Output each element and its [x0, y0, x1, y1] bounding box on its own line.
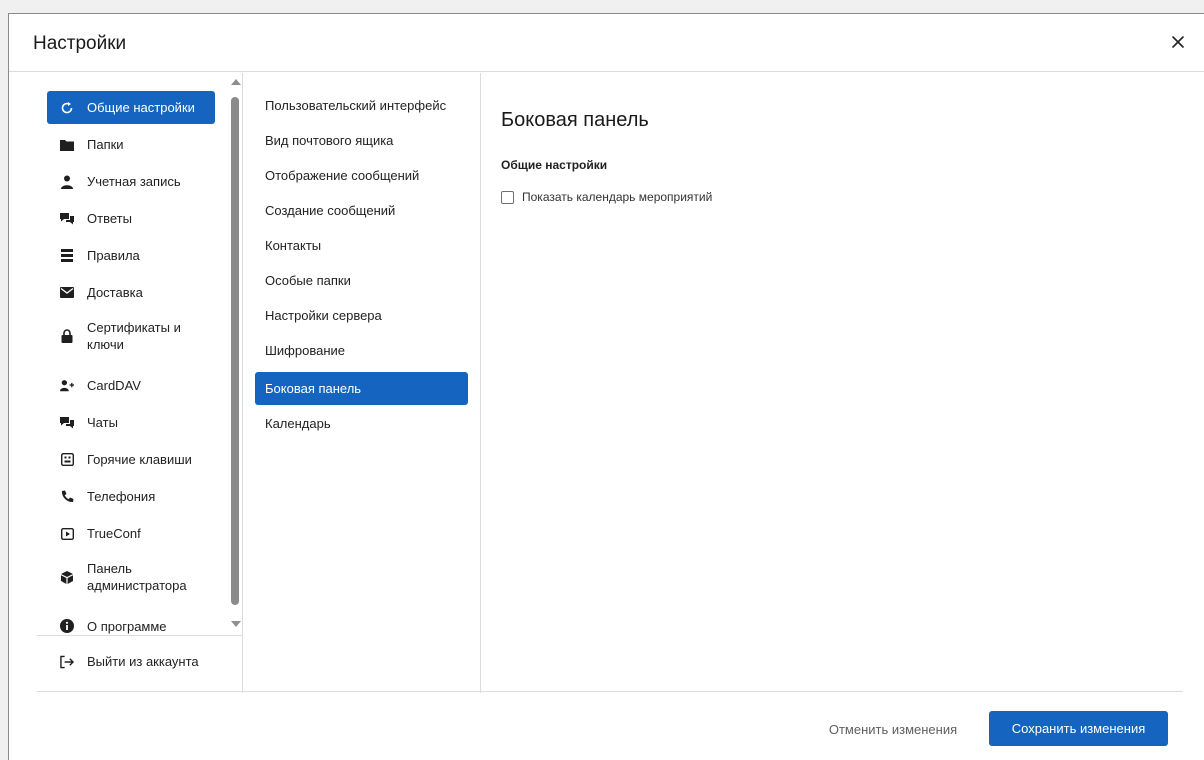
show-calendar-option[interactable]: Показать календарь мероприятий — [501, 190, 712, 204]
close-icon[interactable] — [1167, 31, 1189, 53]
sidebar-item-label: Общие настройки — [87, 100, 195, 115]
submenu-item-calendar[interactable]: Календарь — [255, 407, 468, 440]
scroll-down-arrow[interactable] — [231, 621, 241, 627]
phone-icon — [60, 490, 74, 504]
settings-content: Боковая панель Общие настройки Показать … — [481, 73, 1204, 693]
submenu-item-contacts[interactable]: Контакты — [255, 229, 468, 262]
folder-icon — [60, 138, 74, 152]
sidebar-scrollbar[interactable] — [229, 79, 241, 627]
sidebar-item-label: Чаты — [87, 415, 118, 430]
logout-button[interactable]: Выйти из аккаунта — [47, 645, 215, 678]
logout-icon — [60, 655, 74, 669]
sidebar-item-rules[interactable]: Правила — [47, 239, 215, 272]
footer-divider — [37, 691, 1183, 692]
sidebar-item-general[interactable]: Общие настройки — [47, 91, 215, 124]
logout-label: Выйти из аккаунта — [87, 654, 199, 669]
scroll-up-arrow[interactable] — [231, 79, 241, 85]
dialog-title: Настройки — [33, 33, 127, 54]
page-title: Боковая панель — [501, 109, 649, 131]
envelope-icon — [60, 286, 74, 300]
sidebar-divider — [37, 635, 243, 636]
sidebar-item-replies[interactable]: Ответы — [47, 202, 215, 235]
sidebar-item-label: Горячие клавиши — [87, 452, 192, 467]
submenu-item-special-folders[interactable]: Особые папки — [255, 264, 468, 297]
dialog-header: Настройки — [9, 14, 1204, 72]
cancel-button[interactable]: Отменить изменения — [803, 712, 983, 746]
sidebar-item-telephony[interactable]: Телефония — [47, 480, 215, 513]
rules-icon — [60, 249, 74, 263]
info-icon — [60, 619, 74, 633]
submenu-item-encryption[interactable]: Шифрование — [255, 334, 468, 367]
sidebar-item-label: Доставка — [87, 285, 143, 300]
sidebar-item-admin-panel[interactable]: Панель администратора — [47, 554, 215, 600]
sidebar-item-certificates[interactable]: Сертификаты и ключи — [47, 313, 215, 359]
scroll-thumb[interactable] — [231, 97, 239, 605]
add-user-icon — [60, 379, 74, 393]
submenu-item-message-display[interactable]: Отображение сообщений — [255, 159, 468, 192]
submenu-item-mailbox-view[interactable]: Вид почтового ящика — [255, 124, 468, 157]
keyboard-icon — [60, 453, 74, 467]
sidebar-item-label: Учетная запись — [87, 174, 181, 189]
submenu-item-sidebar[interactable]: Боковая панель — [255, 372, 468, 405]
sidebar-item-label: TrueConf — [87, 526, 141, 541]
sidebar-item-trueconf[interactable]: TrueConf — [47, 517, 215, 550]
submenu-item-server-settings[interactable]: Настройки сервера — [255, 299, 468, 332]
sidebar-item-carddav[interactable]: CardDAV — [47, 369, 215, 402]
user-icon — [60, 175, 74, 189]
sidebar-item-chats[interactable]: Чаты — [47, 406, 215, 439]
sidebar-item-delivery[interactable]: Доставка — [47, 276, 215, 309]
sidebar-item-label: Панель администратора — [87, 561, 187, 593]
submenu-item-ui[interactable]: Пользовательский интерфейс — [255, 89, 468, 122]
settings-sidebar: Общие настройки Папки Учетная запись Отв… — [9, 73, 243, 693]
show-calendar-label: Показать календарь мероприятий — [522, 190, 713, 204]
video-icon — [60, 527, 74, 541]
sidebar-item-hotkeys[interactable]: Горячие клавиши — [47, 443, 215, 476]
sidebar-item-label: CardDAV — [87, 378, 141, 393]
save-button[interactable]: Сохранить изменения — [989, 711, 1168, 746]
show-calendar-checkbox[interactable] — [501, 190, 514, 204]
sidebar-item-label: Телефония — [87, 489, 156, 504]
sidebar-item-about[interactable]: О программе — [47, 610, 215, 642]
lock-icon — [60, 329, 74, 343]
sidebar-item-label: Правила — [87, 248, 140, 263]
chat-icon — [60, 212, 74, 226]
section-title: Общие настройки — [501, 158, 608, 172]
refresh-icon — [60, 101, 74, 115]
sidebar-item-label: Ответы — [87, 211, 132, 226]
submenu-item-message-compose[interactable]: Создание сообщений — [255, 194, 468, 227]
sidebar-item-account[interactable]: Учетная запись — [47, 165, 215, 198]
sidebar-item-label: О программе — [87, 618, 167, 634]
sidebar-item-label: Сертификаты и ключи — [87, 320, 181, 352]
settings-dialog: Настройки Общие настройки Папки Учетная … — [8, 13, 1204, 760]
admin-icon — [60, 570, 74, 584]
settings-submenu: Пользовательский интерфейс Вид почтового… — [243, 73, 481, 693]
chat-icon — [60, 416, 74, 430]
sidebar-item-folders[interactable]: Папки — [47, 128, 215, 161]
sidebar-item-label: Папки — [87, 137, 124, 152]
